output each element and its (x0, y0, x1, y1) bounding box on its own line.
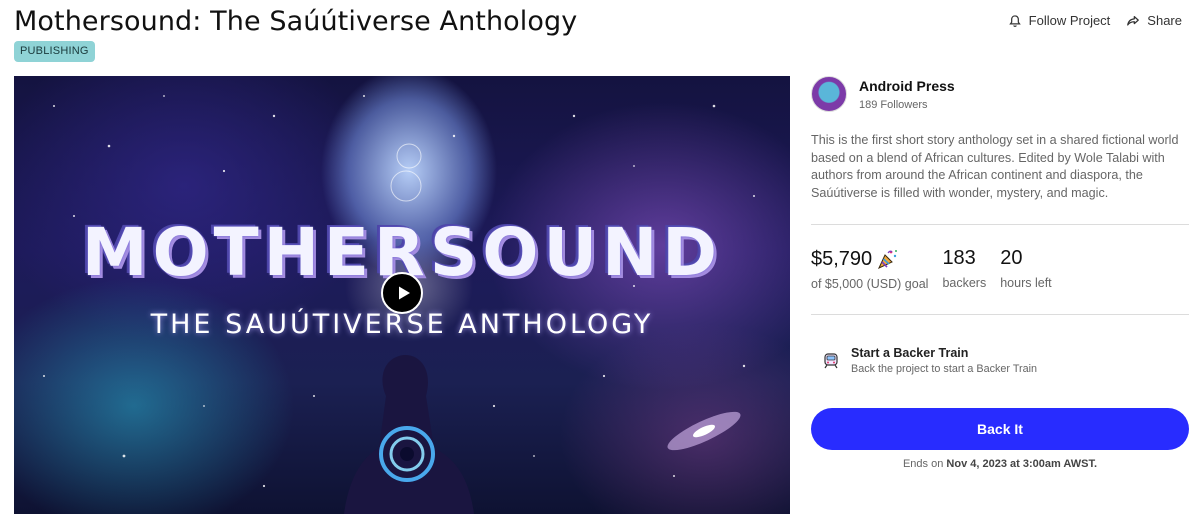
share-label: Share (1147, 13, 1182, 28)
share-button[interactable]: Share (1126, 13, 1182, 28)
backer-train-title: Start a Backer Train (851, 346, 969, 360)
play-button[interactable] (381, 272, 423, 314)
backers-count: 183 (942, 247, 976, 269)
share-icon (1127, 15, 1140, 26)
time-left-stat: 20 hours left (1000, 247, 1051, 291)
project-title: Mothersound: The Saúútiverse Anthology (14, 6, 578, 37)
project-actions: Follow Project Share (1008, 13, 1182, 28)
divider (811, 314, 1189, 315)
creator-followers: 189 Followers (859, 98, 928, 111)
pledged-amount: $5,790 (811, 247, 873, 270)
creator-name[interactable]: Android Press (859, 78, 955, 94)
creator-info: Android Press 189 Followers (811, 76, 955, 112)
play-icon (398, 286, 410, 300)
hours-left-label: hours left (1000, 276, 1052, 290)
follow-project-label: Follow Project (1028, 13, 1111, 28)
party-popper-icon (878, 250, 898, 270)
backers-label: backers (942, 276, 987, 290)
funding-stats: $5,790 of $5,000 (USD) goal 183 backers … (811, 247, 1066, 291)
backer-train[interactable]: Start a Backer Train Back the project to… (822, 346, 1037, 375)
campaign-end-notice: Ends on Nov 4, 2023 at 3:00am AWST. (811, 458, 1189, 470)
pledged-stat: $5,790 of $5,000 (USD) goal (811, 247, 929, 292)
ends-date: Nov 4, 2023 at 3:00am AWST. (946, 458, 1098, 470)
category-badge[interactable]: PUBLISHING (14, 41, 95, 62)
bell-icon (1008, 14, 1021, 27)
ends-prefix: Ends on (902, 458, 944, 470)
follow-project-button[interactable]: Follow Project (1008, 13, 1111, 28)
hours-left-count: 20 (1000, 247, 1023, 269)
goal-label: of $5,000 (USD) goal (811, 277, 929, 291)
creator-avatar[interactable] (811, 76, 847, 112)
project-blurb: This is the first short story anthology … (811, 133, 1179, 200)
train-icon (824, 352, 838, 368)
backers-stat: 183 backers (942, 247, 986, 291)
back-it-button[interactable]: Back It (811, 408, 1189, 450)
backer-train-subtitle: Back the project to start a Backer Train (851, 363, 1038, 375)
divider (811, 224, 1189, 225)
project-video[interactable]: MOTHERSOUND THE SAUÚTIVERSE ANTHOLOGY (14, 76, 790, 514)
